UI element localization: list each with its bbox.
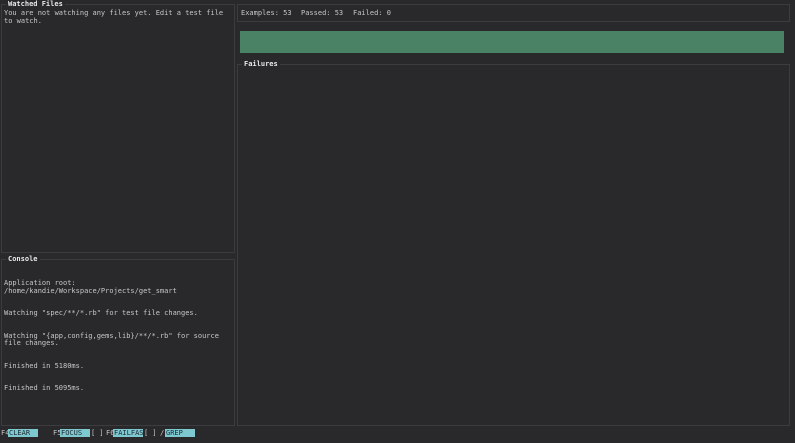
watched-files-panel: Watched Files You are not watching any f… bbox=[1, 0, 235, 253]
console-line: Watching "{app,config,gems,lib}/**/*.rb"… bbox=[4, 331, 224, 347]
failfast-toggle-state[interactable]: [ ] bbox=[144, 429, 157, 438]
test-progress-fill bbox=[240, 31, 784, 53]
examples-count: Examples: 53 bbox=[241, 9, 292, 17]
failures-panel: Failures bbox=[237, 60, 790, 426]
focus-button[interactable]: FOCUS bbox=[60, 429, 90, 437]
test-progress-bar bbox=[240, 31, 784, 53]
failures-title: Failures bbox=[242, 60, 280, 69]
failed-count: Failed: 0 bbox=[353, 9, 391, 17]
console-output: Application root: /home/kandie/Workspace… bbox=[4, 265, 232, 408]
passed-count: Passed: 53 bbox=[301, 9, 344, 17]
watched-files-title: Watched Files bbox=[6, 0, 65, 9]
grep-button[interactable]: GREP bbox=[165, 429, 195, 437]
test-summary-bar: Examples: 53 Passed: 53 Failed: 0 bbox=[237, 4, 790, 22]
grep-key-hint: / bbox=[160, 429, 165, 437]
keybinding-bar: F4 CLEAR F5 FOCUS [ ] F6 FAILFAST [ ] / … bbox=[0, 429, 795, 438]
clear-button[interactable]: CLEAR bbox=[8, 429, 38, 437]
console-line: Finished in 5180ms. bbox=[4, 361, 85, 370]
console-line: Application root: /home/kandie/Workspace… bbox=[4, 279, 177, 295]
focus-toggle-state[interactable]: [ ] bbox=[91, 429, 104, 438]
test-runner-window: Watched Files You are not watching any f… bbox=[0, 0, 795, 443]
failfast-button[interactable]: FAILFAST bbox=[113, 429, 148, 437]
console-line: Finished in 5095ms. bbox=[4, 384, 85, 392]
watched-files-message: You are not watching any files yet. Edit… bbox=[4, 9, 228, 25]
console-title: Console bbox=[6, 255, 40, 264]
console-panel: Console Application root: /home/kandie/W… bbox=[1, 255, 235, 426]
console-line: Watching "spec/**/*.rb" for test file ch… bbox=[4, 309, 198, 317]
